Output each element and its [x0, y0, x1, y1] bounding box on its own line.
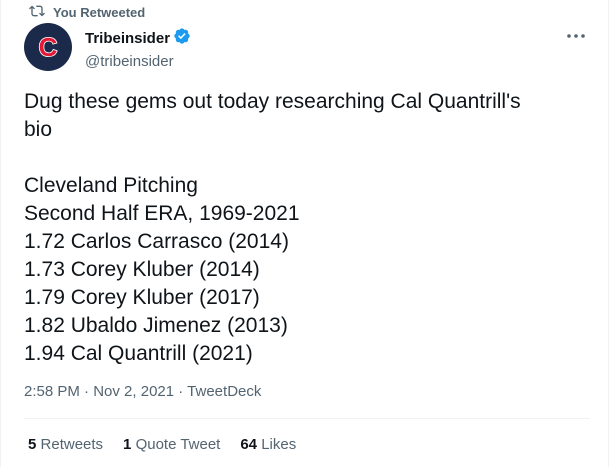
tweet-line: 1.82 Ubaldo Jimenez (2013): [24, 314, 288, 337]
meta-separator: ·: [79, 383, 94, 400]
more-options-button[interactable]: [564, 28, 588, 44]
retweet-context: You Retweeted: [29, 3, 145, 22]
retweet-context-label: You Retweeted: [53, 5, 146, 20]
tweet-source[interactable]: TweetDeck: [187, 383, 261, 400]
display-name[interactable]: Tribeinsider: [85, 30, 170, 47]
tweet-line: bio: [24, 118, 53, 141]
tweet-line: 1.94 Cal Quantrill (2021): [24, 342, 253, 365]
retweets-count: 5: [28, 436, 37, 453]
tweet-time[interactable]: 2:58 PM: [24, 383, 80, 400]
handle[interactable]: @tribeinsider: [85, 53, 191, 70]
tweet-line: 1.79 Corey Kluber (2017): [24, 286, 260, 309]
tweet-meta: 2:58 PM · Nov 2, 2021 · TweetDeck: [24, 383, 261, 400]
tweet-date[interactable]: Nov 2, 2021: [93, 383, 174, 400]
tweet-line: Dug these gems out today researching Cal…: [24, 90, 521, 113]
tweet-line: 1.73 Corey Kluber (2014): [24, 258, 260, 281]
quotes-count: 1: [123, 436, 132, 453]
quote-tweets-stat[interactable]: 1 Quote Tweet: [123, 436, 220, 453]
likes-label: Likes: [261, 436, 297, 453]
avatar-letter: C: [39, 32, 58, 62]
tweet-line: [24, 144, 584, 172]
tweet-line: Cleveland Pitching: [24, 174, 198, 197]
retweets-stat[interactable]: 5 Retweets: [28, 436, 103, 453]
cleveland-c-logo: C: [38, 32, 59, 62]
quotes-label: Quote Tweet: [135, 436, 221, 453]
divider: [24, 418, 590, 419]
tweet-card: You Retweeted C Tribeinsider @tribeinsid…: [0, 0, 609, 467]
retweet-icon: [29, 3, 45, 22]
likes-count: 64: [240, 436, 258, 453]
tweet-text: Dug these gems out today researching Cal…: [24, 88, 584, 368]
meta-separator: ·: [174, 383, 188, 400]
ellipsis-icon: [567, 34, 585, 38]
retweets-label: Retweets: [40, 436, 104, 453]
author-block: Tribeinsider @tribeinsider: [85, 27, 191, 70]
tweet-line: 1.72 Carlos Carrasco (2014): [24, 230, 289, 253]
tweet-line: Second Half ERA, 1969-2021: [24, 202, 300, 225]
likes-stat[interactable]: 64 Likes: [240, 436, 296, 453]
tweet-stats: 5 Retweets 1 Quote Tweet 64 Likes: [28, 436, 296, 453]
avatar[interactable]: C: [24, 23, 72, 71]
verified-badge-icon: [173, 27, 191, 50]
